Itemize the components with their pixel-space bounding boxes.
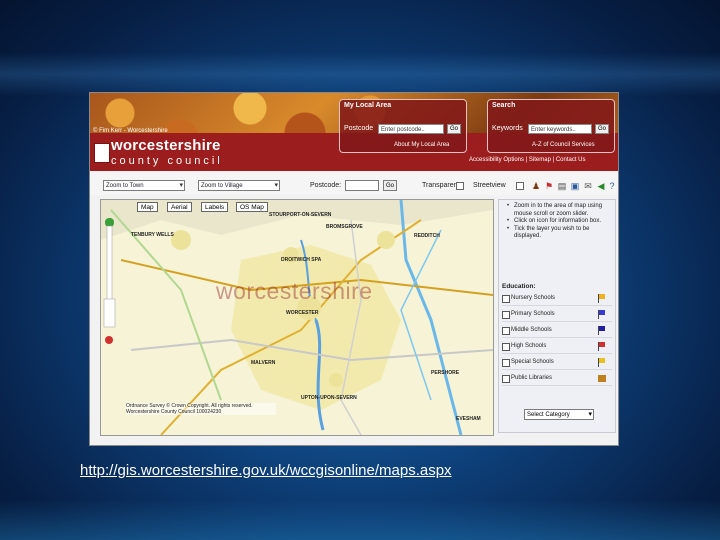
flag-icon [598, 326, 606, 335]
zoom-to-village-select[interactable]: Zoom to Village [198, 180, 280, 191]
place-label: EVESHAM [456, 416, 481, 422]
layer-nursery-schools[interactable]: Nursery Schools [502, 292, 612, 306]
zoom-to-town-select[interactable]: Zoom to Town [103, 180, 185, 191]
layer-checkbox[interactable] [502, 375, 510, 383]
accessibility-links[interactable]: Accessibility Options | Sitemap | Contac… [469, 157, 586, 163]
map-view[interactable]: Map Aerial Labels OS Map worcestershire … [100, 199, 494, 436]
layer-label: Special Schools [511, 359, 554, 365]
search-panel: Search Keywords Enter keywords.. Go A-Z … [487, 99, 615, 153]
about-local-area-link[interactable]: About My Local Area [394, 142, 449, 148]
map-toolbar: Zoom to Town Zoom to Village Postcode: G… [90, 173, 618, 195]
layer-middle-schools[interactable]: Middle Schools [502, 324, 612, 338]
background-glow-top [0, 52, 720, 96]
education-section-title: Education: [502, 283, 536, 290]
tab-labels[interactable]: Labels [201, 202, 229, 212]
keywords-label: Keywords [492, 125, 523, 132]
print-icon[interactable]: ▤ [557, 181, 567, 191]
layer-checkbox[interactable] [502, 327, 510, 335]
flag-icon [598, 358, 606, 367]
map-watermark: worcestershire [216, 278, 373, 304]
search-title: Search [492, 102, 516, 109]
streetview-checkbox[interactable] [516, 182, 524, 190]
layer-label: Middle Schools [511, 327, 552, 333]
postcode-label: Postcode [344, 125, 374, 132]
toolbar-go-button[interactable]: Go [383, 180, 397, 191]
flag-icon [598, 342, 606, 351]
background-glow-bottom [0, 500, 720, 540]
place-label: TENBURY WELLS [131, 232, 174, 238]
streetview-person-icon[interactable]: ♟ [531, 181, 541, 191]
layers-sidebar: Zoom in to the area of map using mouse s… [498, 199, 616, 433]
layer-checkbox[interactable] [502, 359, 510, 367]
local-go-button[interactable]: Go [447, 124, 461, 134]
tab-os-map[interactable]: OS Map [236, 202, 268, 212]
layer-checkbox[interactable] [502, 311, 510, 319]
flag-icon [598, 310, 606, 319]
transparent-label: Transparent [422, 182, 460, 189]
instruction-item: Zoom in to the area of map using mouse s… [507, 203, 613, 218]
a-z-services-link[interactable]: A-Z of Council Services [532, 142, 595, 148]
layer-label: High Schools [511, 343, 547, 349]
place-label: DROITWICH SPA [281, 257, 322, 263]
council-crest-icon [94, 143, 110, 163]
keywords-input[interactable]: Enter keywords.. [528, 124, 592, 134]
local-postcode-input[interactable]: Enter postcode.. [378, 124, 444, 134]
layer-high-schools[interactable]: High Schools [502, 340, 612, 354]
local-area-title: My Local Area [344, 102, 392, 109]
place-label: MALVERN [251, 360, 276, 366]
place-label: PERSHORE [431, 370, 460, 376]
logo-subtext: county council [111, 155, 223, 167]
tab-aerial[interactable]: Aerial [167, 202, 192, 212]
help-icon[interactable]: ? [607, 181, 617, 191]
place-label: REDDITCH [414, 233, 440, 239]
layer-primary-schools[interactable]: Primary Schools [502, 308, 612, 322]
tab-map[interactable]: Map [137, 202, 158, 212]
layer-label: Primary Schools [511, 311, 555, 317]
transparent-checkbox[interactable] [456, 182, 464, 190]
book-icon [598, 374, 606, 383]
layer-public-libraries[interactable]: Public Libraries [502, 372, 612, 386]
streetview-label: Streetview [473, 182, 506, 189]
site-header: © Fim Kerr - Worcestershire worcestershi… [90, 93, 618, 171]
place-label: BROMSGROVE [326, 224, 363, 230]
logo-text[interactable]: worcestershire [111, 137, 221, 154]
layer-checkbox[interactable] [502, 343, 510, 351]
category-select[interactable]: Select Category [524, 409, 594, 420]
layer-label: Public Libraries [511, 375, 553, 381]
toolbar-postcode-input[interactable] [345, 180, 379, 191]
place-label: UPTON-UPON-SEVERN [301, 395, 357, 401]
place-label: STOURPORT-ON-SEVERN [269, 212, 332, 218]
my-local-area-panel: My Local Area Postcode Enter postcode.. … [339, 99, 467, 153]
email-icon[interactable]: ✉ [583, 181, 593, 191]
layer-checkbox[interactable] [502, 295, 510, 303]
search-go-button[interactable]: Go [595, 124, 609, 134]
flag-icon[interactable]: ⚑ [544, 181, 554, 191]
flag-icon [598, 294, 606, 303]
instructions-list: Zoom in to the area of map using mouse s… [507, 203, 613, 241]
layer-special-schools[interactable]: Special Schools [502, 356, 612, 370]
url-caption[interactable]: http://gis.worcestershire.gov.uk/wccgiso… [80, 462, 452, 479]
toolbar-postcode-label: Postcode: [310, 182, 342, 189]
instruction-item: Click on icon for information box. [507, 218, 613, 226]
map-copyright: Ordnance Survey © Crown Copyright. All r… [126, 403, 276, 415]
instruction-item: Tick the layer you wish to be displayed. [507, 226, 613, 241]
website-screenshot: © Fim Kerr - Worcestershire worcestershi… [89, 92, 619, 446]
place-label: WORCESTER [286, 310, 319, 316]
layer-label: Nursery Schools [511, 295, 556, 301]
save-icon[interactable]: ▣ [570, 181, 580, 191]
arrow-icon[interactable]: ◀ [596, 181, 606, 191]
